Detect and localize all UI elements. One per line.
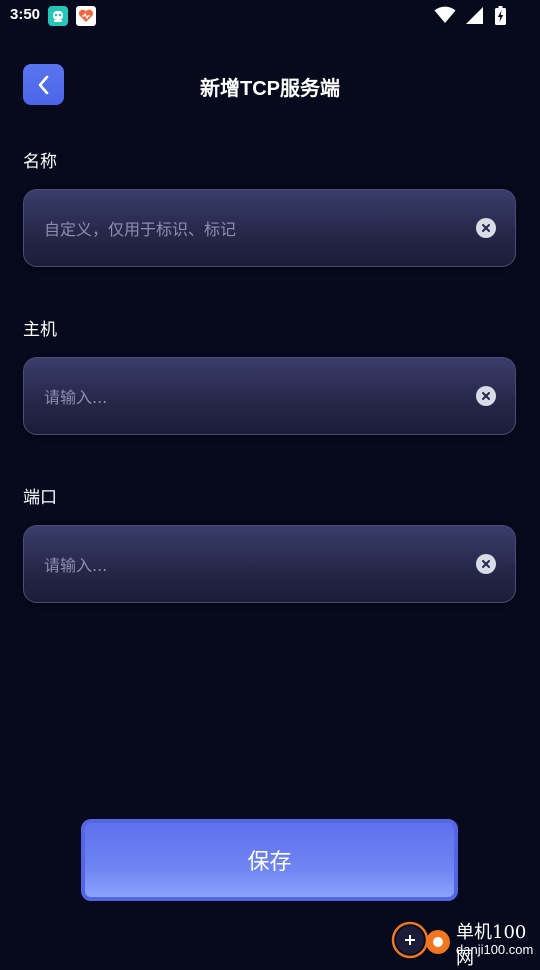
name-label: 名称: [23, 152, 57, 172]
status-bar: 3:50: [0, 0, 540, 32]
heart-app-icon: [76, 6, 96, 26]
page-title: 新增TCP服务端: [200, 78, 340, 100]
name-field-box: [23, 189, 516, 267]
status-time: 3:50: [10, 6, 41, 23]
port-field-box: [23, 525, 516, 603]
name-input[interactable]: [44, 216, 444, 242]
port-clear-button[interactable]: [476, 554, 496, 574]
close-icon: [482, 392, 490, 400]
port-input[interactable]: [44, 552, 444, 578]
host-input[interactable]: [44, 384, 444, 410]
close-icon: [482, 560, 490, 568]
watermark: 单机100网 danji100.com: [390, 914, 540, 969]
watermark-domain: danji100.com: [456, 942, 534, 957]
host-clear-button[interactable]: [476, 386, 496, 406]
close-icon: [482, 224, 490, 232]
watermark-logo-icon: [391, 921, 450, 959]
wifi-icon: [434, 6, 456, 23]
name-clear-button[interactable]: [476, 218, 496, 238]
port-label: 端口: [23, 488, 57, 508]
host-field-box: [23, 357, 516, 435]
header: 新增TCP服务端: [0, 62, 540, 108]
robot-app-icon: [48, 6, 68, 26]
battery-charging-icon: [495, 6, 506, 25]
signal-icon: [466, 7, 483, 24]
host-label: 主机: [23, 320, 57, 340]
save-button[interactable]: 保存: [81, 819, 458, 901]
